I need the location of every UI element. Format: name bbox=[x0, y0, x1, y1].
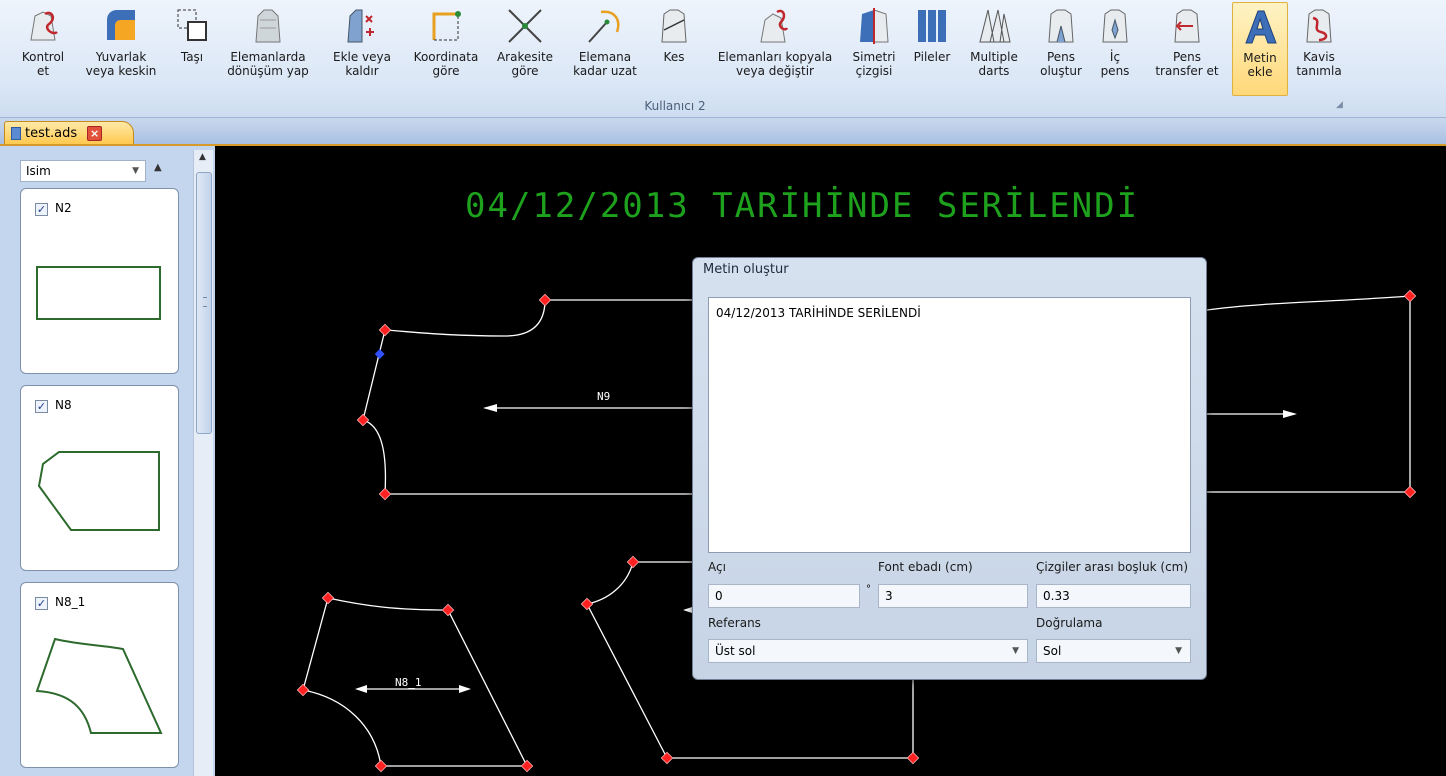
piece-thumbnail bbox=[35, 637, 163, 734]
angle-input[interactable]: 0 bbox=[708, 584, 860, 608]
symmetry-icon bbox=[852, 2, 896, 50]
ribbon-group-label: Kullanıcı 2 bbox=[644, 99, 706, 113]
piece-label-n8-1: N8_1 bbox=[395, 676, 422, 689]
extend-icon bbox=[583, 2, 627, 50]
multiple-darts-button[interactable]: Multiple darts bbox=[962, 2, 1026, 96]
pieces-panel: Isim ▼ ▲ ✓ N2 ✓ N8 ✓ N8_1 ▲ bbox=[0, 146, 215, 776]
text-input[interactable]: 04/12/2013 TARİHİNDE SERİLENDİ bbox=[708, 297, 1191, 553]
pens-olustur-button[interactable]: Pens oluştur bbox=[1032, 2, 1090, 96]
kavis-tanimla-button[interactable]: Kavis tanımla bbox=[1292, 2, 1346, 96]
shirt-inner-dart-icon bbox=[1093, 2, 1137, 50]
ribbon: Kontrol et Yuvarlak veya keskin Taşı Ele… bbox=[0, 0, 1446, 118]
shirt-check-icon bbox=[21, 2, 65, 50]
line-spacing-label: Çizgiler arası boşluk (cm) bbox=[1036, 560, 1189, 574]
koordinata-gore-button[interactable]: Koordinata göre bbox=[406, 2, 486, 96]
dialog-launcher-icon[interactable]: ◢ bbox=[1336, 100, 1343, 110]
piece-card-n8[interactable]: ✓ N8 bbox=[20, 385, 179, 571]
piece-thumbnail bbox=[37, 451, 160, 531]
donusum-button[interactable]: Elemanlarda dönüşüm yap bbox=[218, 2, 318, 96]
scroll-up-icon[interactable]: ▲ bbox=[199, 152, 206, 162]
simetri-cizgisi-button[interactable]: Simetri çizgisi bbox=[848, 2, 900, 96]
metin-ekle-button[interactable]: Metin ekle bbox=[1232, 2, 1288, 96]
arakesite-gore-button[interactable]: Arakesite göre bbox=[492, 2, 558, 96]
darts-icon bbox=[972, 2, 1016, 50]
shirt-curve-icon bbox=[1297, 2, 1341, 50]
pleats-icon bbox=[910, 2, 954, 50]
sort-up-icon[interactable]: ▲ bbox=[154, 162, 162, 173]
shirt-dart-icon bbox=[1039, 2, 1083, 50]
alignment-select[interactable]: Sol ▼ bbox=[1036, 639, 1191, 663]
coordinate-icon bbox=[424, 2, 468, 50]
reference-select[interactable]: Üst sol ▼ bbox=[708, 639, 1028, 663]
font-size-input[interactable]: 3 bbox=[878, 584, 1028, 608]
angle-label: Açı bbox=[708, 560, 726, 574]
chevron-down-icon: ▼ bbox=[132, 166, 139, 176]
ic-pens-button[interactable]: İç pens bbox=[1094, 2, 1136, 96]
tab-label: test.ads bbox=[25, 125, 78, 141]
pileler-button[interactable]: Pileler bbox=[906, 2, 958, 96]
chevron-down-icon: ▼ bbox=[1012, 646, 1019, 656]
corner-icon bbox=[99, 2, 143, 50]
metin-olustur-dialog: Metin oluştur 04/12/2013 TARİHİNDE SERİL… bbox=[692, 257, 1207, 680]
font-size-label: Font ebadı (cm) bbox=[878, 560, 973, 574]
dialog-title: Metin oluştur bbox=[703, 262, 789, 277]
alignment-label: Doğrulama bbox=[1036, 616, 1103, 630]
piece-thumbnail bbox=[36, 266, 161, 320]
scroll-thumb[interactable] bbox=[196, 172, 212, 434]
close-tab-icon[interactable]: × bbox=[87, 125, 103, 141]
shirt-copy-icon bbox=[753, 2, 797, 50]
kopyala-button[interactable]: Elemanları kopyala veya değiştir bbox=[706, 2, 844, 96]
piece-label-n9: N9 bbox=[597, 390, 610, 403]
pens-transfer-button[interactable]: Pens transfer et bbox=[1148, 2, 1226, 96]
sort-select[interactable]: Isim ▼ bbox=[20, 160, 146, 182]
shirt-transfer-icon bbox=[1165, 2, 1209, 50]
piece-card-n8-1[interactable]: ✓ N8_1 bbox=[20, 582, 179, 768]
tab-test-ads[interactable]: test.ads × bbox=[4, 121, 134, 144]
move-icon bbox=[170, 2, 214, 50]
selected-node[interactable] bbox=[374, 349, 385, 359]
kes-button[interactable]: Kes bbox=[654, 2, 694, 96]
shirt-cut-icon bbox=[652, 2, 696, 50]
ekle-veya-kaldir-button[interactable]: Ekle veya kaldır bbox=[322, 2, 402, 96]
document-tab-bar: test.ads × bbox=[0, 118, 1446, 146]
line-spacing-input[interactable]: 0.33 bbox=[1036, 584, 1191, 608]
text-a-icon bbox=[1238, 3, 1282, 51]
kontrol-et-button[interactable]: Kontrol et bbox=[14, 2, 72, 96]
intersection-icon bbox=[503, 2, 547, 50]
shirt-transform-icon bbox=[246, 2, 290, 50]
piece-card-n2[interactable]: ✓ N2 bbox=[20, 188, 179, 374]
elemana-kadar-uzat-button[interactable]: Elemana kadar uzat bbox=[566, 2, 644, 96]
chevron-down-icon: ▼ bbox=[1175, 646, 1182, 656]
degree-symbol: ° bbox=[866, 584, 871, 595]
tasi-button[interactable]: Taşı bbox=[170, 2, 214, 96]
file-icon bbox=[11, 126, 21, 140]
reference-label: Referans bbox=[708, 616, 761, 630]
panel-scrollbar[interactable]: ▲ bbox=[193, 150, 213, 776]
add-remove-icon bbox=[340, 2, 384, 50]
yuvarlak-veya-keskin-button[interactable]: Yuvarlak veya keskin bbox=[78, 2, 164, 96]
